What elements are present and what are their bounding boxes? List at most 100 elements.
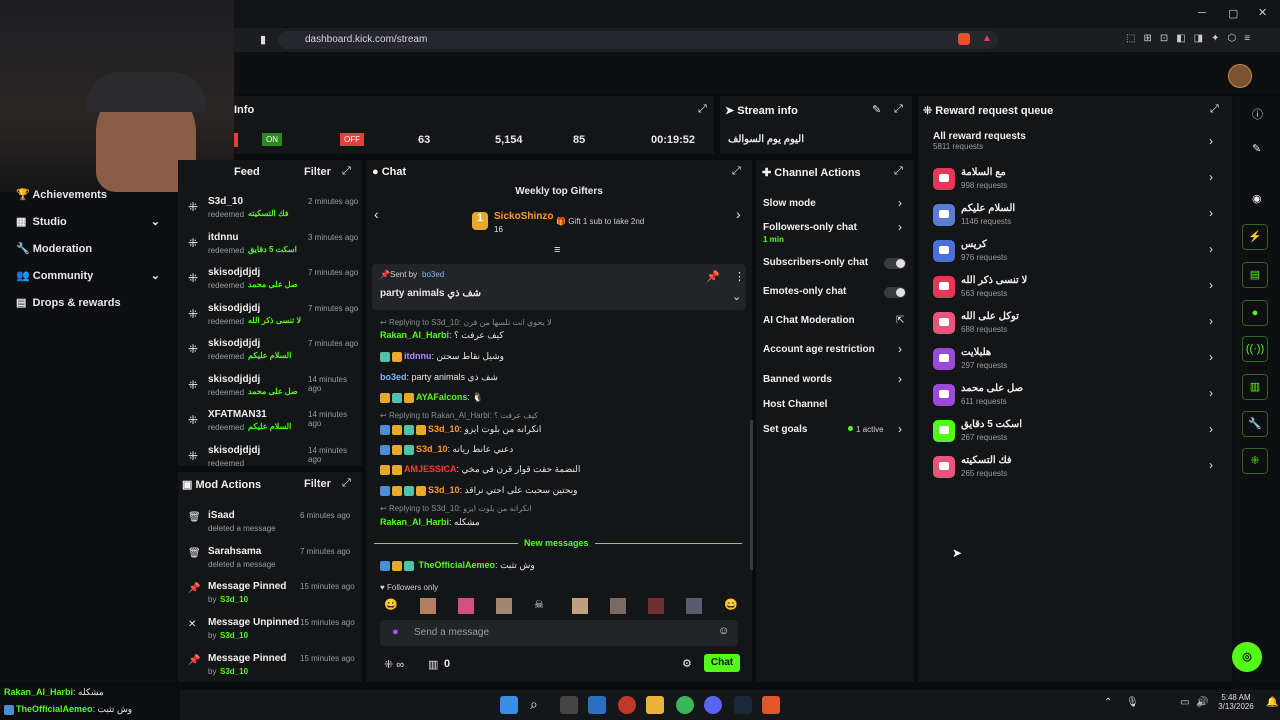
camera-icon[interactable]: ◉ (1252, 192, 1262, 205)
close-icon[interactable]: ✕ (1258, 6, 1267, 19)
bolt-icon[interactable]: ⚡ (1242, 224, 1268, 250)
emoji-icon[interactable]: ☺ (718, 625, 729, 637)
reward-row[interactable]: اسكت 5 دقايق 267 requests › (933, 418, 1219, 446)
more-icon[interactable]: ⋮ (734, 270, 745, 283)
channel-action-ai-chat-moderation[interactable]: AI Chat Moderation ⇱ (756, 315, 914, 335)
pin-icon[interactable]: 📌 (706, 270, 720, 283)
mod-action-item[interactable]: ✕ Message Unpinned 15 minutes ago by S3d_10 (178, 615, 362, 649)
channel-action-banned-words[interactable]: Banned words › (756, 372, 914, 394)
feed-item[interactable]: ⁜ skisodjdjdj 7 minutes ago redeemed صل على … (178, 265, 362, 299)
feed-item[interactable]: ⁜ XFATMAN31 14 minutes ago redeemed السلام ع… (178, 407, 362, 441)
toggle-switch[interactable] (884, 287, 906, 298)
notification-icon[interactable]: 🔔 (1266, 697, 1278, 708)
expand-icon[interactable]: ⤢ (342, 165, 351, 178)
reward-row[interactable]: توكل على الله 688 requests › (933, 310, 1219, 338)
channel-action-followers-only-chat[interactable]: Followers-only chat 1 min › (756, 220, 914, 244)
new-messages-label[interactable]: New messages (518, 538, 595, 548)
emote-bar[interactable]: 😀 ☠ 😄 (380, 598, 740, 614)
emote-icon[interactable] (458, 598, 474, 614)
chat-username[interactable]: AYAFalcons (416, 392, 467, 402)
feed-user[interactable]: skisodjdjdj (208, 338, 260, 349)
search-icon[interactable]: ⌕ (530, 696, 538, 713)
mod-action-item[interactable]: 📌 Message Pinned 15 minutes ago by S3d_10 (178, 651, 362, 685)
store-icon[interactable] (588, 696, 606, 714)
mod-action-item[interactable]: 🗑 Sarahsama 7 minutes ago deleted a message (178, 544, 362, 578)
edit-icon[interactable]: ✎ (872, 103, 881, 116)
channel-action-set-goals[interactable]: Set goals 1 active › (756, 422, 914, 444)
chat-username[interactable]: AMJESSICA (404, 464, 457, 474)
volume-icon[interactable]: 🔊 (1196, 697, 1208, 708)
app-icon[interactable] (618, 696, 636, 714)
mic-icon[interactable]: 🎙 (1126, 697, 1139, 708)
chrome-icon[interactable] (676, 696, 694, 714)
support-button[interactable]: ◎ (1232, 642, 1262, 672)
external-link-icon[interactable]: ⇱ (896, 315, 904, 326)
chevron-down-icon[interactable]: ⌄ (732, 290, 741, 303)
chat-input-placeholder[interactable]: Send a message (414, 627, 489, 638)
chat-username[interactable]: S3d_10 (428, 424, 460, 434)
wrench-icon[interactable]: 🔧 (1242, 411, 1268, 437)
minimize-icon[interactable]: ─ (1198, 7, 1206, 19)
emote-icon[interactable]: 😄 (724, 598, 738, 611)
chat-username[interactable]: S3d_10 (428, 485, 460, 495)
chat-icon[interactable]: ● (1242, 300, 1268, 326)
emote-icon[interactable] (572, 598, 588, 614)
emote-icon[interactable] (648, 598, 664, 614)
feed-user[interactable]: S3d_10 (208, 196, 243, 207)
chat-scrollbar[interactable] (750, 420, 753, 570)
start-icon[interactable] (500, 696, 518, 714)
points-icon[interactable]: ▥ (428, 658, 438, 671)
pencil-icon[interactable]: ✎ (1252, 142, 1261, 155)
restore-icon[interactable]: ▢ (1228, 7, 1238, 20)
filter-button[interactable]: Filter (304, 478, 331, 490)
reward-row[interactable]: السلام عليكم 1146 requests › (933, 202, 1219, 230)
channel-action-subscribers-only-chat[interactable]: Subscribers-only chat (756, 257, 914, 277)
feed-item[interactable]: ⁜ skisodjdjdj 7 minutes ago redeemed لا تنسى… (178, 301, 362, 335)
feed-user[interactable]: itdnnu (208, 232, 239, 243)
expand-icon[interactable]: ⤢ (342, 477, 351, 490)
channel-action-account-age-restriction[interactable]: Account age restriction › (756, 342, 914, 364)
layout-icon[interactable]: ▥ (1242, 374, 1268, 400)
reward-row[interactable]: مع السلامة 998 requests › (933, 166, 1219, 194)
channel-action-host-channel[interactable]: Host Channel (756, 399, 914, 419)
infinity-icon[interactable]: ⁜ ∞ (384, 658, 404, 671)
reward-row[interactable]: هلبلايت 297 requests › (933, 346, 1219, 374)
discord-icon[interactable] (704, 696, 722, 714)
feed-user[interactable]: skisodjdjdj (208, 303, 260, 314)
drag-handle-icon[interactable]: ≡ (554, 244, 560, 256)
gift-hint[interactable]: 🎁 Gift 1 sub to take 2nd (556, 217, 644, 226)
channel-action-emotes-only-chat[interactable]: Emotes-only chat (756, 286, 914, 306)
reward-row[interactable]: لا تنسى ذكر الله 563 requests › (933, 274, 1219, 302)
info-icon[interactable]: ⓘ (1252, 106, 1263, 122)
sidebar-item-studio[interactable]: ▦ Studio ⌄ (16, 215, 160, 228)
sidebar-item-moderation[interactable]: 🔧 Moderation (16, 242, 92, 255)
chat-username[interactable]: Rakan_Al_Harbi (380, 517, 449, 527)
chat-username[interactable]: TheOfficialAemeo (419, 560, 496, 570)
rewards-icon[interactable]: ▲ (982, 33, 992, 44)
chat-username[interactable]: S3d_10 (416, 444, 448, 454)
chat-input[interactable]: ● Send a message ☺ (380, 620, 738, 646)
top-gifter-name[interactable]: SickoShinzo (494, 211, 553, 222)
settings-icon[interactable]: ⚙ (682, 657, 692, 670)
community-icon[interactable]: ⁜ (1242, 448, 1268, 474)
avatar[interactable] (1228, 64, 1252, 88)
steam-icon[interactable] (734, 696, 752, 714)
sidebar-item-community[interactable]: 👥 Community ⌄ (16, 269, 160, 282)
all-rewards-row[interactable]: All reward requests 5811 requests › (933, 131, 1219, 151)
chevron-right-icon[interactable]: › (736, 206, 741, 222)
mod-action-item[interactable]: 🗑 iSaad 6 minutes ago deleted a message (178, 508, 362, 542)
brave-icon[interactable] (762, 696, 780, 714)
reward-row[interactable]: فك التسكيته 265 requests › (933, 454, 1219, 482)
mod-action-user[interactable]: S3d_10 (220, 595, 248, 604)
send-chat-button[interactable]: Chat (704, 654, 740, 672)
reward-row[interactable]: كريس 976 requests › (933, 238, 1219, 266)
feed-item[interactable]: ⁜ itdnnu 3 minutes ago redeemed اسكت 5 دقايق (178, 230, 362, 264)
feed-user[interactable]: XFATMAN31 (208, 409, 267, 420)
expand-icon[interactable]: ⤢ (732, 165, 741, 178)
broadcast-icon[interactable]: ((·)) (1242, 336, 1268, 362)
mod-action-user[interactable]: S3d_10 (220, 631, 248, 640)
emote-icon[interactable] (496, 598, 512, 614)
taskview-icon[interactable] (560, 696, 578, 714)
chat-username[interactable]: itdnnu (404, 351, 432, 361)
feed-user[interactable]: skisodjdjdj (208, 374, 260, 385)
